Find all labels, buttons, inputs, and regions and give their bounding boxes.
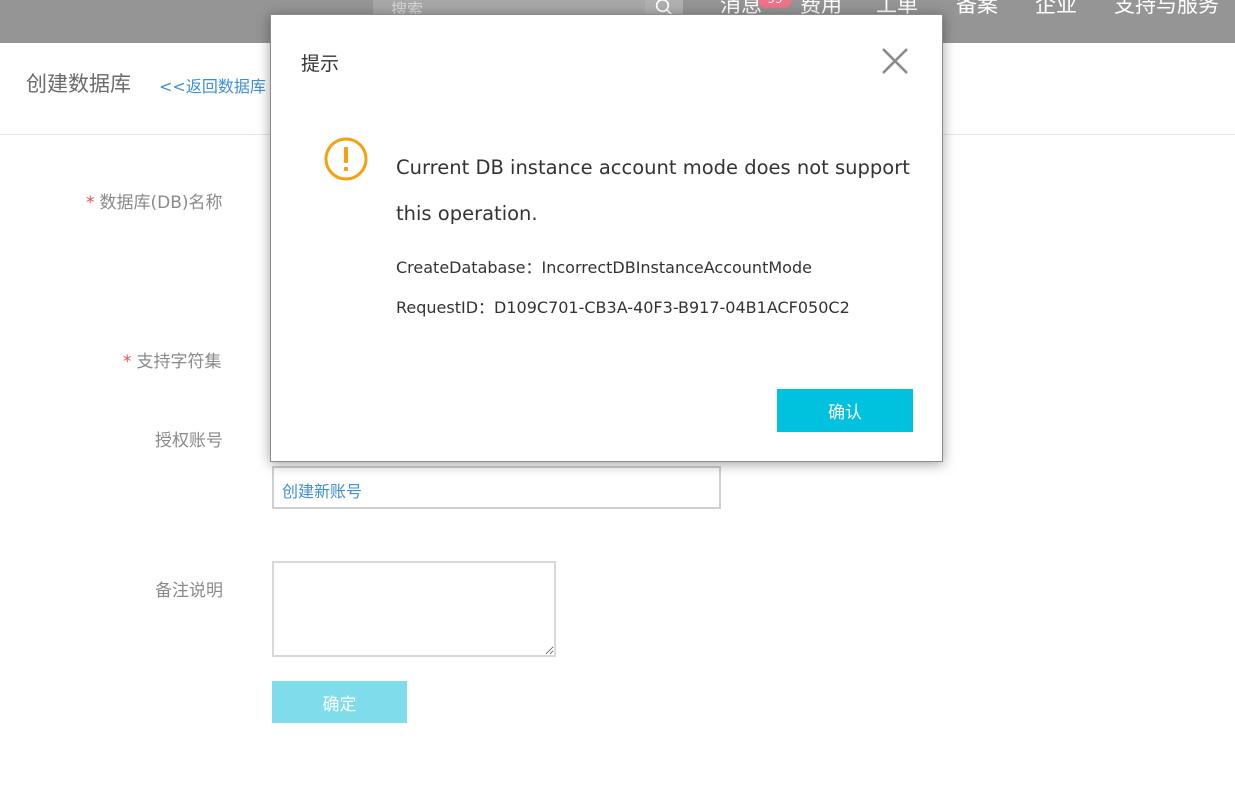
dialog-request-id: RequestID：D109C701-CB3A-40F3-B917-04B1AC… (396, 298, 850, 317)
charset-label-text: 支持字符集 (136, 352, 222, 372)
create-account-link[interactable]: 创建新账号 (282, 478, 362, 502)
db-name-label: * 数据库(DB)名称 (86, 188, 223, 213)
charset-label: * 支持字符集 (123, 347, 222, 372)
confirm-button[interactable]: 确认 (777, 389, 913, 432)
required-mark: * (123, 352, 132, 372)
submit-button[interactable]: 确定 (272, 681, 407, 723)
remark-textarea[interactable] (272, 561, 556, 657)
remark-label: 备注说明 (155, 581, 223, 601)
page-title: 创建数据库 (26, 72, 131, 96)
nav-support[interactable]: 支持与服务 (1114, 0, 1219, 19)
back-to-databases-link[interactable]: <<返回数据库 (159, 73, 266, 97)
authorized-account-box: 创建新账号 (272, 466, 721, 509)
nav-filing[interactable]: 备案 (956, 0, 998, 19)
dialog-error-line: CreateDatabase：IncorrectDBInstanceAccoun… (396, 258, 812, 277)
dialog-message: Current DB instance account mode does no… (396, 156, 910, 225)
required-mark: * (86, 193, 95, 213)
account-label: 授权账号 (155, 431, 223, 451)
db-name-label-text: 数据库(DB)名称 (99, 193, 223, 213)
error-dialog: 提示 Current DB instance account mode does… (270, 14, 943, 462)
messages-badge: 99 (758, 0, 792, 8)
dialog-title: 提示 (301, 53, 340, 75)
nav-enterprise[interactable]: 企业 (1035, 0, 1077, 19)
close-icon[interactable] (879, 45, 911, 77)
warning-icon (324, 137, 368, 181)
